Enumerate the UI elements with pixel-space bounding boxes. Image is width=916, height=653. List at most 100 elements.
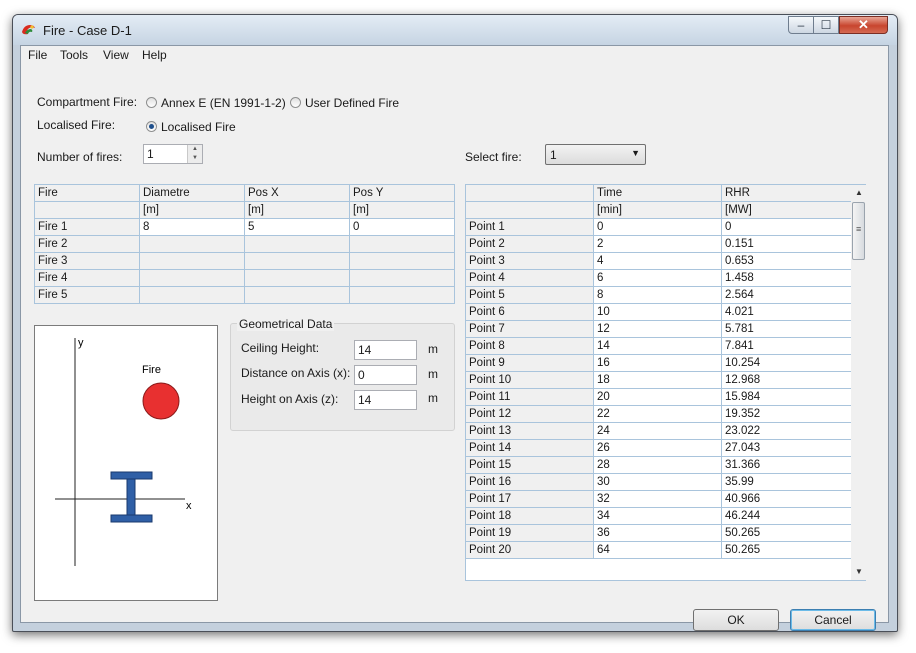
table-cell[interactable]: 10 xyxy=(593,303,722,321)
table-cell[interactable]: 32 xyxy=(593,490,722,508)
localised-fire-option-label[interactable]: Localised Fire xyxy=(161,120,236,134)
table-cell[interactable] xyxy=(139,286,245,304)
user-defined-fire-label[interactable]: User Defined Fire xyxy=(305,96,399,110)
table-cell[interactable] xyxy=(139,269,245,287)
table-cell[interactable]: 5 xyxy=(244,218,350,236)
table-cell[interactable]: 46.244 xyxy=(721,507,852,525)
table-cell[interactable]: 18 xyxy=(593,371,722,389)
table-cell[interactable]: 2.564 xyxy=(721,286,852,304)
table-cell[interactable]: 2 xyxy=(593,235,722,253)
select-fire-dropdown[interactable]: 1 ▼ xyxy=(545,144,646,165)
table-cell[interactable]: 50.265 xyxy=(721,524,852,542)
number-of-fires-stepper[interactable]: 1 ▲ ▼ xyxy=(143,144,203,164)
menu-tools[interactable]: Tools xyxy=(60,48,88,62)
table-cell[interactable]: 0 xyxy=(593,218,722,236)
table-cell[interactable] xyxy=(349,252,455,270)
column-header[interactable]: Pos X xyxy=(244,184,350,202)
table-cell[interactable]: 23.022 xyxy=(721,422,852,440)
annex-e-radio[interactable] xyxy=(146,97,157,108)
distance-on-axis-input[interactable]: 0 xyxy=(354,365,417,385)
menu-help[interactable]: Help xyxy=(142,48,167,62)
row-header[interactable]: Point 12 xyxy=(466,405,594,423)
user-defined-fire-radio[interactable] xyxy=(290,97,301,108)
table-cell[interactable]: 27.043 xyxy=(721,439,852,457)
row-header[interactable]: Point 5 xyxy=(466,286,594,304)
table-cell[interactable] xyxy=(349,286,455,304)
distance-on-axis-value[interactable]: 0 xyxy=(358,368,365,382)
row-header[interactable]: Point 14 xyxy=(466,439,594,457)
table-cell[interactable]: 34 xyxy=(593,507,722,525)
table-cell[interactable]: 0.151 xyxy=(721,235,852,253)
row-header[interactable]: Point 8 xyxy=(466,337,594,355)
table-cell[interactable]: 0 xyxy=(349,218,455,236)
number-of-fires-value[interactable]: 1 xyxy=(147,147,154,161)
table-cell[interactable]: 4.021 xyxy=(721,303,852,321)
table-cell[interactable]: 36 xyxy=(593,524,722,542)
table-cell[interactable]: 30 xyxy=(593,473,722,491)
table-cell[interactable]: 15.984 xyxy=(721,388,852,406)
column-header[interactable]: RHR xyxy=(721,185,852,202)
column-header[interactable]: Pos Y xyxy=(349,184,455,202)
menu-file[interactable]: File xyxy=(28,48,47,62)
table-cell[interactable]: 50.265 xyxy=(721,541,852,559)
row-header[interactable]: Fire 3 xyxy=(34,252,140,270)
row-header[interactable]: Point 3 xyxy=(466,252,594,270)
menu-view[interactable]: View xyxy=(103,48,129,62)
table-cell[interactable]: 40.966 xyxy=(721,490,852,508)
height-on-axis-input[interactable]: 14 xyxy=(354,390,417,410)
row-header[interactable]: Point 4 xyxy=(466,269,594,287)
column-header[interactable]: Fire xyxy=(34,184,140,202)
ceiling-height-input[interactable]: 14 xyxy=(354,340,417,360)
table-cell[interactable] xyxy=(349,235,455,253)
ceiling-height-value[interactable]: 14 xyxy=(358,343,371,357)
table-cell[interactable]: 8 xyxy=(139,218,245,236)
table-cell[interactable] xyxy=(244,235,350,253)
table-cell[interactable]: 12.968 xyxy=(721,371,852,389)
stepper-down-icon[interactable]: ▼ xyxy=(188,154,202,163)
table-cell[interactable]: 8 xyxy=(593,286,722,304)
table-cell[interactable] xyxy=(244,286,350,304)
row-header[interactable]: Point 18 xyxy=(466,507,594,525)
row-header[interactable]: Point 6 xyxy=(466,303,594,321)
row-header[interactable]: Fire 1 xyxy=(34,218,140,236)
scroll-thumb[interactable]: ≡ xyxy=(852,202,865,260)
row-header[interactable]: Fire 2 xyxy=(34,235,140,253)
table-cell[interactable] xyxy=(139,252,245,270)
table-cell[interactable]: 20 xyxy=(593,388,722,406)
table-cell[interactable]: 64 xyxy=(593,541,722,559)
table-cell[interactable]: 10.254 xyxy=(721,354,852,372)
row-header[interactable]: Point 20 xyxy=(466,541,594,559)
row-header[interactable]: Point 2 xyxy=(466,235,594,253)
table-cell[interactable]: 6 xyxy=(593,269,722,287)
ok-button[interactable]: OK xyxy=(693,609,779,631)
row-header[interactable]: Point 10 xyxy=(466,371,594,389)
row-header[interactable]: Point 16 xyxy=(466,473,594,491)
points-table-scrollbar[interactable]: ▲ ≡ ▼ xyxy=(851,185,867,580)
table-cell[interactable]: 24 xyxy=(593,422,722,440)
column-header[interactable]: Time xyxy=(593,185,722,202)
table-cell[interactable]: 12 xyxy=(593,320,722,338)
row-header[interactable]: Point 17 xyxy=(466,490,594,508)
annex-e-label[interactable]: Annex E (EN 1991-1-2) xyxy=(161,96,286,110)
table-cell[interactable]: 14 xyxy=(593,337,722,355)
minimize-button[interactable]: – xyxy=(788,16,814,34)
table-cell[interactable]: 31.366 xyxy=(721,456,852,474)
row-header[interactable]: Fire 4 xyxy=(34,269,140,287)
table-cell[interactable] xyxy=(139,235,245,253)
table-cell[interactable]: 1.458 xyxy=(721,269,852,287)
scroll-up-icon[interactable]: ▲ xyxy=(851,185,867,201)
table-cell[interactable]: 16 xyxy=(593,354,722,372)
row-header[interactable]: Point 15 xyxy=(466,456,594,474)
table-cell[interactable]: 22 xyxy=(593,405,722,423)
table-cell[interactable]: 19.352 xyxy=(721,405,852,423)
row-header[interactable]: Point 9 xyxy=(466,354,594,372)
height-on-axis-value[interactable]: 14 xyxy=(358,393,371,407)
table-cell[interactable]: 4 xyxy=(593,252,722,270)
table-cell[interactable] xyxy=(244,252,350,270)
scroll-down-icon[interactable]: ▼ xyxy=(851,564,867,580)
close-button[interactable]: ✕ xyxy=(839,16,888,34)
title-bar[interactable]: Fire - Case D-1 – ☐ ✕ xyxy=(13,15,897,45)
table-cell[interactable]: 7.841 xyxy=(721,337,852,355)
localised-fire-radio[interactable] xyxy=(146,121,157,132)
maximize-button[interactable]: ☐ xyxy=(813,16,839,34)
